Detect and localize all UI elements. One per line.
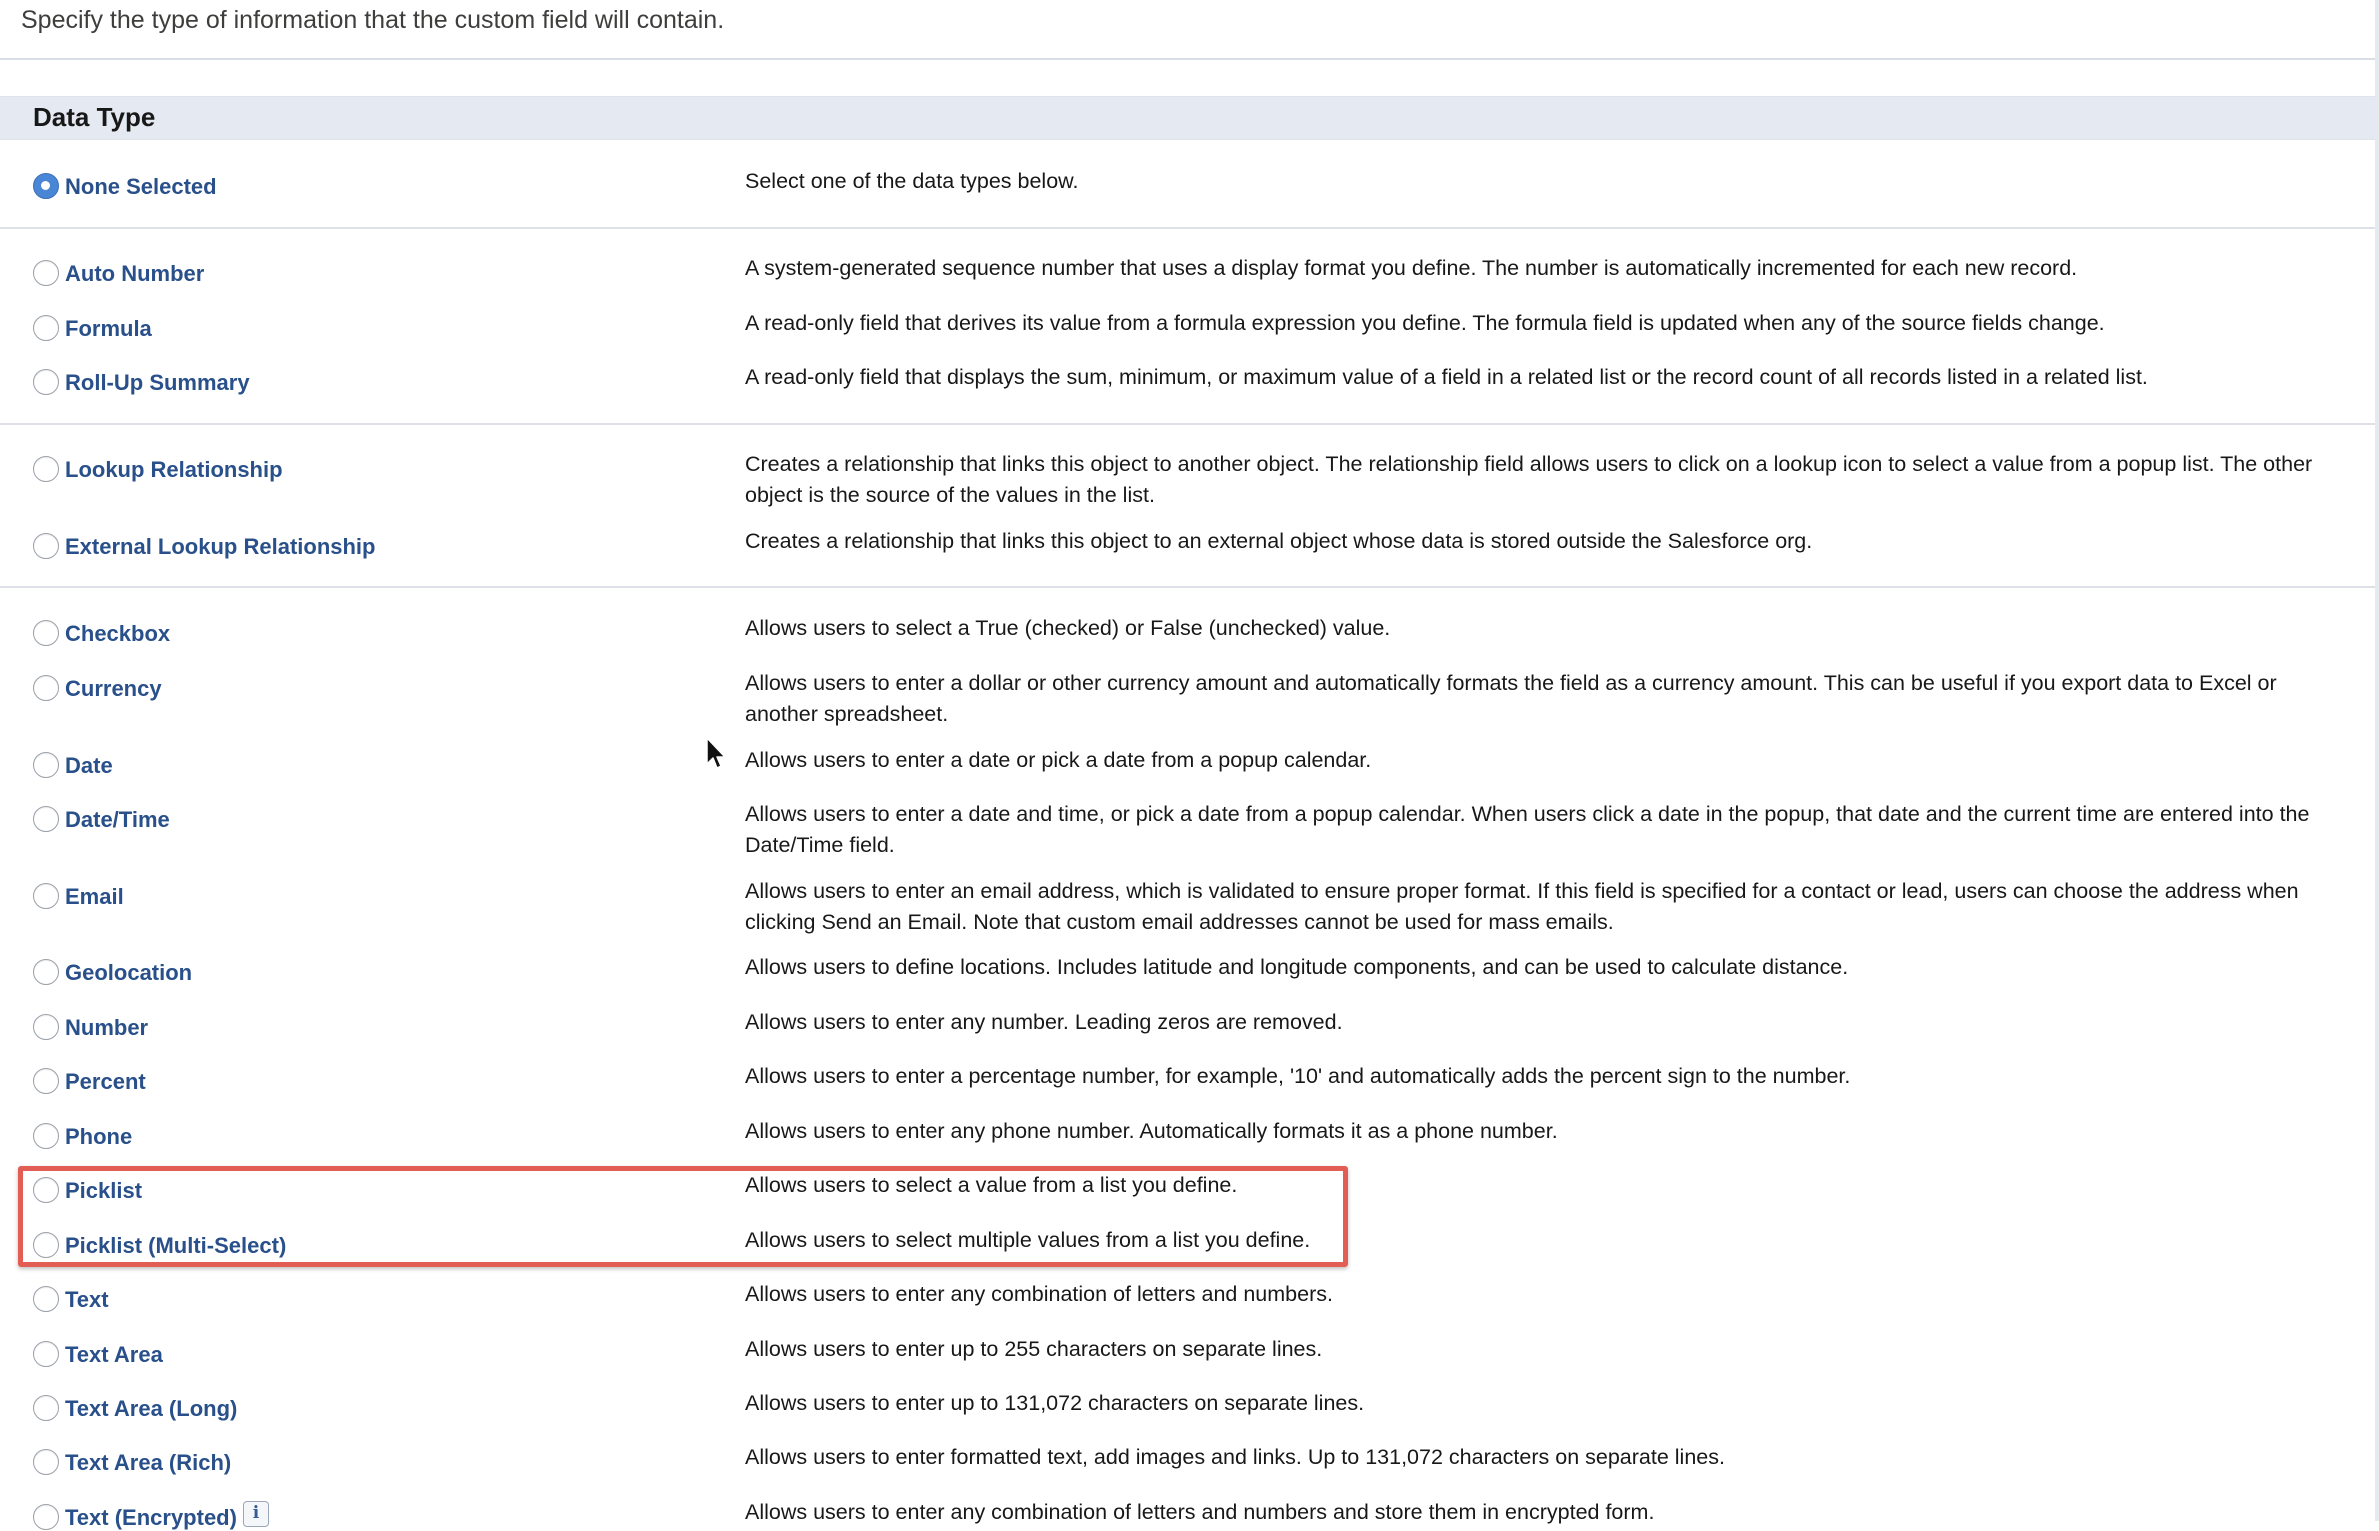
radio-none-selected[interactable]	[33, 173, 59, 199]
option-description-auto-number: A system-generated sequence number that …	[745, 256, 2078, 280]
option-label-email[interactable]: Email	[65, 884, 124, 910]
page-edge	[2375, 0, 2379, 1521]
option-description-phone: Allows users to enter any phone number. …	[745, 1119, 1558, 1143]
option-description-formula: A read-only field that derives its value…	[745, 311, 2105, 335]
radio-checkbox[interactable]	[33, 620, 59, 646]
option-label-auto-number[interactable]: Auto Number	[65, 261, 204, 287]
radio-currency[interactable]	[33, 675, 59, 701]
option-label-date[interactable]: Date	[65, 753, 113, 779]
option-label-text-encrypted[interactable]: Text (Encrypted)	[65, 1505, 237, 1531]
radio-text-area-long[interactable]	[33, 1395, 59, 1421]
option-label-percent[interactable]: Percent	[65, 1069, 146, 1095]
info-icon[interactable]: i	[243, 1501, 269, 1527]
group-divider	[0, 586, 2379, 588]
option-description-picklist-multi-select: Allows users to select multiple values f…	[745, 1228, 1311, 1252]
radio-auto-number[interactable]	[33, 260, 59, 286]
option-description-text-area: Allows users to enter up to 255 characte…	[745, 1337, 1323, 1361]
radio-formula[interactable]	[33, 315, 59, 341]
option-label-picklist[interactable]: Picklist	[65, 1178, 142, 1204]
option-description-text-area-rich: Allows users to enter formatted text, ad…	[745, 1445, 1725, 1469]
option-description-text-encrypted: Allows users to enter any combination of…	[745, 1500, 1655, 1524]
mouse-pointer-icon	[706, 737, 726, 769]
option-label-picklist-multi-select[interactable]: Picklist (Multi-Select)	[65, 1233, 286, 1259]
option-label-checkbox[interactable]: Checkbox	[65, 621, 170, 647]
radio-percent[interactable]	[33, 1068, 59, 1094]
option-description-text: Allows users to enter any combination of…	[745, 1282, 1333, 1306]
radio-date[interactable]	[33, 752, 59, 778]
radio-external-lookup-relationship[interactable]	[33, 533, 59, 559]
radio-text-area-rich[interactable]	[33, 1449, 59, 1475]
option-description-email: Allows users to enter an email address, …	[745, 879, 2299, 934]
option-description-none-selected: Select one of the data types below.	[745, 169, 1079, 193]
radio-date-time[interactable]	[33, 806, 59, 832]
radio-lookup-relationship[interactable]	[33, 456, 59, 482]
radio-number[interactable]	[33, 1014, 59, 1040]
option-description-currency: Allows users to enter a dollar or other …	[745, 671, 2277, 726]
top-divider	[0, 58, 2379, 60]
option-description-picklist: Allows users to select a value from a li…	[745, 1173, 1238, 1197]
option-label-text-area-rich[interactable]: Text Area (Rich)	[65, 1450, 231, 1476]
option-label-text-area[interactable]: Text Area	[65, 1342, 163, 1368]
option-description-lookup-relationship: Creates a relationship that links this o…	[745, 452, 2313, 507]
custom-field-data-type-page: Specify the type of information that the…	[0, 0, 2379, 1530]
option-label-geolocation[interactable]: Geolocation	[65, 960, 192, 986]
radio-text[interactable]	[33, 1286, 59, 1312]
option-description-text-area-long: Allows users to enter up to 131,072 char…	[745, 1391, 1365, 1415]
group-divider	[0, 227, 2379, 229]
radio-phone[interactable]	[33, 1123, 59, 1149]
group-divider	[0, 423, 2379, 425]
radio-picklist-multi-select[interactable]	[33, 1232, 59, 1258]
option-label-formula[interactable]: Formula	[65, 316, 152, 342]
option-description-geolocation: Allows users to define locations. Includ…	[745, 955, 1849, 979]
option-description-roll-up-summary: A read-only field that displays the sum,…	[745, 365, 2148, 389]
radio-picklist[interactable]	[33, 1177, 59, 1203]
radio-geolocation[interactable]	[33, 959, 59, 985]
option-label-external-lookup-relationship[interactable]: External Lookup Relationship	[65, 534, 375, 560]
radio-text-encrypted[interactable]	[33, 1504, 59, 1530]
radio-text-area[interactable]	[33, 1341, 59, 1367]
option-description-external-lookup-relationship: Creates a relationship that links this o…	[745, 529, 1813, 553]
option-label-currency[interactable]: Currency	[65, 676, 162, 702]
option-label-phone[interactable]: Phone	[65, 1124, 132, 1150]
option-description-date: Allows users to enter a date or pick a d…	[745, 748, 1372, 772]
option-label-text[interactable]: Text	[65, 1287, 109, 1313]
option-label-roll-up-summary[interactable]: Roll-Up Summary	[65, 370, 250, 396]
section-title: Data Type	[33, 102, 156, 132]
option-description-number: Allows users to enter any number. Leadin…	[745, 1010, 1343, 1034]
option-label-text-area-long[interactable]: Text Area (Long)	[65, 1396, 237, 1422]
option-label-none-selected[interactable]: None Selected	[65, 174, 217, 200]
option-description-checkbox: Allows users to select a True (checked) …	[745, 616, 1391, 640]
radio-roll-up-summary[interactable]	[33, 369, 59, 395]
page-instructions: Specify the type of information that the…	[21, 6, 725, 34]
data-type-section-header: Data Type	[0, 96, 2379, 140]
option-label-number[interactable]: Number	[65, 1015, 148, 1041]
option-label-lookup-relationship[interactable]: Lookup Relationship	[65, 457, 283, 483]
option-label-date-time[interactable]: Date/Time	[65, 807, 170, 833]
radio-email[interactable]	[33, 883, 59, 909]
option-description-date-time: Allows users to enter a date and time, o…	[745, 802, 2310, 857]
option-description-percent: Allows users to enter a percentage numbe…	[745, 1064, 1851, 1088]
